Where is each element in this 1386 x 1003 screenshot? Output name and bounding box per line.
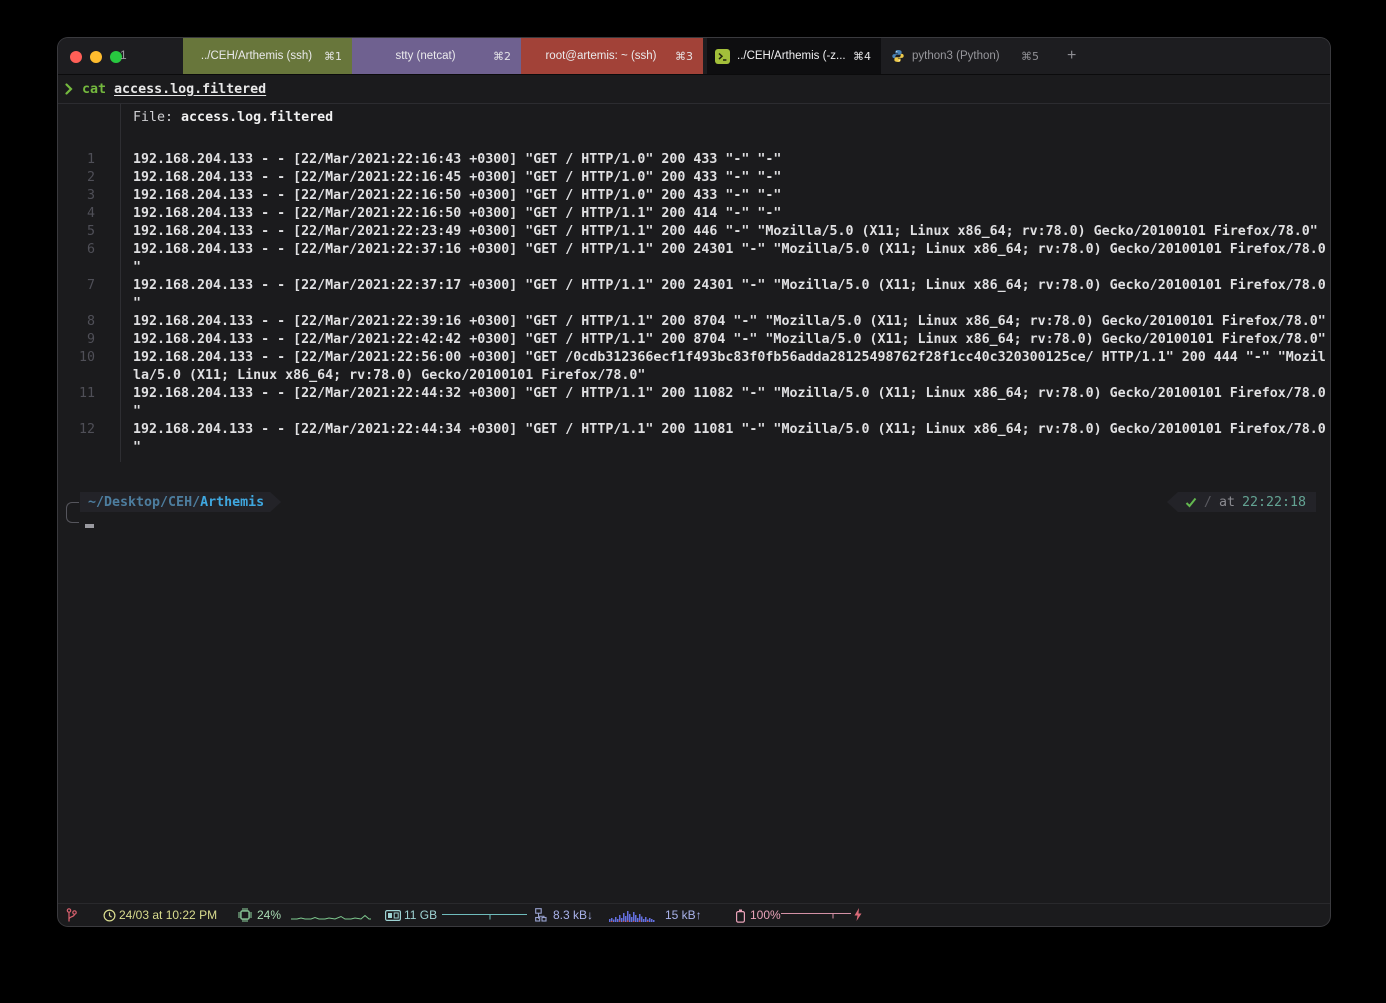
prompt-path-segment: ~/Desktop/CEH/Arthemis bbox=[80, 492, 281, 512]
status-network-down: 8.3 kB↓ bbox=[553, 908, 593, 923]
tab-shortcut: ⌘3 bbox=[675, 50, 693, 63]
tab-bar: 1 ../CEH/Arthemis (ssh) ⌘1 stty (netcat)… bbox=[58, 38, 1330, 75]
status-datetime: 24/03 at 10:22 PM bbox=[119, 908, 217, 923]
tab-label: ../CEH/Arthemis (ssh) bbox=[201, 50, 334, 62]
status-battery: 100% bbox=[750, 908, 781, 923]
close-button[interactable] bbox=[70, 51, 82, 63]
log-line: 5192.168.204.133 - - [22/Mar/2021:22:23:… bbox=[58, 224, 1328, 242]
log-line: 9192.168.204.133 - - [22/Mar/2021:22:42:… bbox=[58, 332, 1328, 350]
log-line: 12192.168.204.133 - - [22/Mar/2021:22:44… bbox=[58, 422, 1328, 440]
checkmark-icon bbox=[1185, 497, 1197, 508]
window-controls: 1 bbox=[58, 38, 183, 74]
tab-shortcut: ⌘2 bbox=[493, 50, 511, 63]
status-cpu: 24% bbox=[257, 908, 281, 923]
tab-stty-netcat[interactable]: stty (netcat) ⌘2 bbox=[352, 38, 521, 74]
battery-icon bbox=[735, 909, 746, 923]
tab-shortcut: ⌘4 bbox=[853, 50, 871, 63]
clock-icon bbox=[103, 909, 116, 922]
terminal-icon bbox=[715, 49, 730, 64]
git-branch-icon bbox=[66, 908, 77, 923]
log-line: 8192.168.204.133 - - [22/Mar/2021:22:39:… bbox=[58, 314, 1328, 332]
prompt-path-current: Arthemis bbox=[200, 495, 264, 510]
memory-icon bbox=[385, 910, 401, 921]
status-bar: 24/03 at 10:22 PM 24% 11 GB 8.3 kB↓ 15 k… bbox=[58, 903, 1330, 926]
log-line: " bbox=[58, 440, 1328, 458]
log-line: 4192.168.204.133 - - [22/Mar/2021:22:16:… bbox=[58, 206, 1328, 224]
log-line: 2192.168.204.133 - - [22/Mar/2021:22:16:… bbox=[58, 170, 1328, 188]
prompt-frame bbox=[66, 502, 79, 523]
charging-bolt-icon bbox=[854, 908, 862, 921]
status-memory: 11 GB bbox=[404, 908, 437, 923]
battery-graph bbox=[781, 911, 851, 921]
log-line: 6192.168.204.133 - - [22/Mar/2021:22:37:… bbox=[58, 242, 1328, 260]
new-tab-button[interactable]: + bbox=[1049, 38, 1076, 74]
network-icon bbox=[535, 908, 549, 922]
command-text: cat bbox=[82, 82, 106, 97]
log-line: " bbox=[58, 404, 1328, 422]
terminal-cursor bbox=[85, 524, 94, 528]
tab-arthemis-ssh[interactable]: ../CEH/Arthemis (ssh) ⌘1 bbox=[183, 38, 352, 74]
tab-label: ../CEH/Arthemis (-z... bbox=[737, 50, 846, 62]
minimize-button[interactable] bbox=[90, 51, 102, 63]
prompt-time: 22:22:18 bbox=[1242, 495, 1306, 510]
cpu-icon bbox=[238, 908, 252, 922]
cpu-sparkline bbox=[291, 911, 371, 921]
tab-root-artemis[interactable]: root@artemis: ~ (ssh) ⌘3 bbox=[521, 38, 703, 74]
prompt-chevron-icon bbox=[65, 83, 73, 95]
log-lines: 1192.168.204.133 - - [22/Mar/2021:22:16:… bbox=[58, 152, 1328, 458]
prompt-at-label: at bbox=[1219, 495, 1235, 510]
log-line: la/5.0 (X11; Linux x86_64; rv:78.0) Geck… bbox=[58, 368, 1328, 386]
network-graph bbox=[609, 908, 657, 922]
memory-graph bbox=[442, 911, 527, 921]
log-line: 11192.168.204.133 - - [22/Mar/2021:22:44… bbox=[58, 386, 1328, 404]
tab-label: root@artemis: ~ (ssh) bbox=[545, 50, 678, 62]
log-line: 10192.168.204.133 - - [22/Mar/2021:22:56… bbox=[58, 350, 1328, 368]
log-line: " bbox=[58, 260, 1328, 278]
tab-python3[interactable]: python3 (Python) ⌘5 bbox=[881, 38, 1049, 74]
status-network-up: 15 kB↑ bbox=[665, 908, 702, 923]
plus-icon: + bbox=[1067, 47, 1076, 65]
prompt-path-prefix: ~/Desktop/CEH/ bbox=[88, 495, 200, 510]
window-number-label: 1 bbox=[120, 48, 127, 62]
prompt-status-segment: / at 22:22:18 bbox=[1167, 492, 1316, 512]
file-name: access.log.filtered bbox=[181, 110, 333, 125]
tab-shortcut: ⌘5 bbox=[1021, 50, 1039, 63]
log-line: 1192.168.204.133 - - [22/Mar/2021:22:16:… bbox=[58, 152, 1328, 170]
command-argument: access.log.filtered bbox=[114, 82, 266, 97]
tab-arthemis-active[interactable]: ../CEH/Arthemis (-z... ⌘4 bbox=[707, 38, 881, 74]
log-line: 3192.168.204.133 - - [22/Mar/2021:22:16:… bbox=[58, 188, 1328, 206]
file-header: File: access.log.filtered bbox=[133, 110, 333, 128]
python-icon bbox=[891, 49, 905, 63]
command-line: cat access.log.filtered bbox=[58, 75, 1330, 104]
tab-label: python3 (Python) bbox=[912, 50, 1000, 62]
tab-shortcut: ⌘1 bbox=[324, 50, 342, 63]
log-line: 7192.168.204.133 - - [22/Mar/2021:22:37:… bbox=[58, 278, 1328, 296]
tab-label: stty (netcat) bbox=[395, 50, 477, 62]
prompt-separator: / bbox=[1204, 495, 1212, 510]
terminal-window: 1 ../CEH/Arthemis (ssh) ⌘1 stty (netcat)… bbox=[58, 38, 1330, 926]
log-line: " bbox=[58, 296, 1328, 314]
